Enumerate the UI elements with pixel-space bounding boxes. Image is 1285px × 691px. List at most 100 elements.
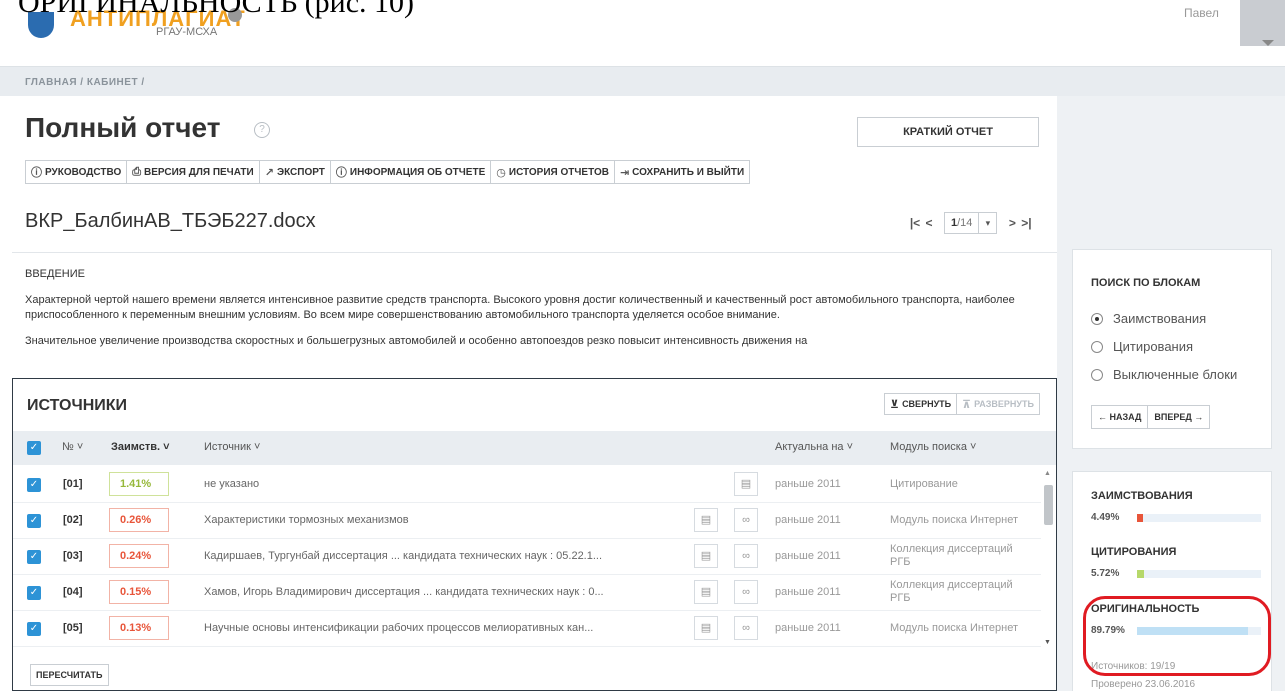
forward-label: ВПЕРЕД bbox=[1154, 412, 1192, 422]
row-source[interactable]: Научные основы интенсификации рабочих пр… bbox=[204, 622, 684, 634]
row-source[interactable]: Характеристики тормозных механизмов bbox=[204, 514, 684, 526]
book-icon[interactable]: ▤ bbox=[694, 544, 718, 568]
row-module-line1: Коллекция диссертаций bbox=[890, 579, 1013, 591]
guide-button[interactable]: ⓘ РУКОВОДСТВО bbox=[26, 161, 128, 183]
link-icon[interactable]: ∞ bbox=[734, 544, 758, 568]
document-text: ВВЕДЕНИЕ Характерной чертой нашего време… bbox=[12, 252, 1057, 382]
forward-button[interactable]: ВПЕРЕД → bbox=[1148, 405, 1211, 429]
export-label: ЭКСПОРТ bbox=[276, 166, 325, 178]
chevron-down-icon[interactable] bbox=[1262, 40, 1274, 46]
link-icon[interactable]: ∞ bbox=[734, 580, 758, 604]
link-icon[interactable]: ∞ bbox=[734, 616, 758, 640]
col-module[interactable]: Модуль поиска ˅ bbox=[890, 441, 976, 453]
row-checkbox[interactable]: ✓ bbox=[27, 622, 41, 636]
row-percent: 1.41% bbox=[109, 472, 169, 496]
print-button[interactable]: ⎙ ВЕРСИЯ ДЛЯ ПЕЧАТИ bbox=[127, 161, 260, 183]
arrow-left-icon: ← bbox=[1098, 412, 1110, 422]
row-date: раньше 2011 bbox=[775, 514, 841, 526]
row-percent: 0.13% bbox=[109, 616, 169, 640]
row-num: [04] bbox=[63, 586, 83, 598]
row-num: [01] bbox=[63, 478, 83, 490]
row-percent: 0.26% bbox=[109, 508, 169, 532]
last-page-icon[interactable]: >| bbox=[1019, 216, 1033, 230]
scroll-thumb[interactable] bbox=[1044, 485, 1053, 525]
doc-paragraph: Значительное увеличение производства ско… bbox=[25, 335, 808, 347]
collapse-label: СВЕРНУТЬ bbox=[902, 399, 952, 409]
radio-icon[interactable] bbox=[1091, 340, 1103, 353]
col-module-label: Модуль поиска bbox=[890, 441, 967, 453]
book-icon[interactable]: ▤ bbox=[694, 580, 718, 604]
expand-button[interactable]: ⊼ РАЗВЕРНУТЬ bbox=[957, 393, 1040, 415]
row-source[interactable]: Хамов, Игорь Владимирович диссертация ..… bbox=[204, 586, 684, 598]
table-row[interactable]: ✓ [01] 1.41% не указано ▤ раньше 2011 Ци… bbox=[13, 467, 1041, 503]
book-icon[interactable]: ▤ bbox=[694, 616, 718, 640]
prev-page-icon[interactable]: < bbox=[922, 216, 936, 230]
recalculate-button[interactable]: ПЕРЕСЧИТАТЬ bbox=[30, 664, 109, 686]
row-module: Модуль поиска Интернет bbox=[890, 514, 1018, 526]
radio-citations[interactable]: Цитирования bbox=[1091, 339, 1193, 354]
row-checkbox[interactable]: ✓ bbox=[27, 514, 41, 528]
short-report-button[interactable]: КРАТКИЙ ОТЧЕТ bbox=[857, 117, 1039, 147]
link-icon[interactable]: ∞ bbox=[734, 508, 758, 532]
table-row[interactable]: ✓ [03] 0.24% Кадиршаев, Тургунбай диссер… bbox=[13, 539, 1041, 575]
row-num: [03] bbox=[63, 550, 83, 562]
row-source[interactable]: не указано bbox=[204, 478, 684, 490]
book-icon[interactable]: ▤ bbox=[694, 508, 718, 532]
row-checkbox[interactable]: ✓ bbox=[27, 550, 41, 564]
help-icon[interactable]: ? bbox=[254, 122, 270, 138]
checked-date: Проверено 23.06.2016 bbox=[1091, 679, 1196, 690]
report-toolbar: ⓘ РУКОВОДСТВО ⎙ ВЕРСИЯ ДЛЯ ПЕЧАТИ ↗ ЭКСПОРТ… bbox=[25, 160, 751, 184]
save-exit-button[interactable]: ⇥ СОХРАНИТЬ И ВЫЙТИ bbox=[615, 161, 749, 183]
cite-label: ЦИТИРОВАНИЯ bbox=[1091, 546, 1177, 558]
table-scrollbar[interactable]: ▲ ▼ bbox=[1041, 467, 1055, 653]
row-checkbox[interactable]: ✓ bbox=[27, 586, 41, 600]
first-page-icon[interactable]: |< bbox=[908, 216, 922, 230]
back-label: НАЗАД bbox=[1109, 412, 1142, 422]
row-module-line1: Коллекция диссертаций bbox=[890, 543, 1013, 555]
borrow-bar bbox=[1137, 514, 1261, 522]
scroll-up-icon[interactable]: ▲ bbox=[1044, 470, 1051, 477]
col-actual[interactable]: Актуальна на ˅ bbox=[775, 441, 853, 453]
col-num[interactable]: № ˅ bbox=[62, 441, 83, 453]
export-button[interactable]: ↗ ЭКСПОРТ bbox=[260, 161, 331, 183]
radio-borrowings[interactable]: Заимствования bbox=[1091, 311, 1206, 326]
scroll-down-icon[interactable]: ▼ bbox=[1044, 639, 1051, 646]
select-all-checkbox[interactable]: ✓ bbox=[27, 441, 41, 455]
table-row[interactable]: ✓ [02] 0.26% Характеристики тормозных ме… bbox=[13, 503, 1041, 539]
document-name: ВКР_БалбинАВ_ТБЭБ227.docx bbox=[25, 210, 316, 232]
page-value: 1/14 bbox=[945, 217, 978, 229]
chevron-down-icon: ˅ bbox=[254, 441, 261, 453]
radio-label: Заимствования bbox=[1113, 311, 1207, 326]
next-page-icon[interactable]: > bbox=[1005, 216, 1019, 230]
col-borrow[interactable]: Заимств. ˅ bbox=[111, 441, 170, 453]
table-row[interactable]: ✓ [04] 0.15% Хамов, Игорь Владимирович д… bbox=[13, 575, 1041, 611]
row-date: раньше 2011 bbox=[775, 586, 841, 598]
printer-icon: ⎙ bbox=[132, 165, 142, 178]
export-icon: ↗ bbox=[264, 166, 274, 179]
chevron-down-icon: ˅ bbox=[76, 441, 84, 453]
block-nav: ← НАЗАД ВПЕРЕД → bbox=[1091, 405, 1211, 429]
row-source[interactable]: Кадиршаев, Тургунбай диссертация ... кан… bbox=[204, 550, 684, 562]
radio-selected-icon[interactable] bbox=[1091, 312, 1103, 325]
search-blocks-panel: ПОИСК ПО БЛОКАМ Заимствования Цитировани… bbox=[1072, 249, 1272, 449]
breadcrumb[interactable]: ГЛАВНАЯ / КАБИНЕТ / bbox=[25, 77, 145, 88]
table-row[interactable]: ✓ [05] 0.13% Научные основы интенсификац… bbox=[13, 611, 1041, 647]
highlight-annotation bbox=[1083, 596, 1271, 676]
col-actual-label: Актуальна на bbox=[775, 441, 844, 453]
radio-icon[interactable] bbox=[1091, 368, 1103, 381]
collapse-icon: ⊻ bbox=[890, 398, 900, 411]
col-source[interactable]: Источник ˅ bbox=[204, 441, 260, 453]
chevron-down-icon[interactable]: ▾ bbox=[978, 213, 996, 233]
report-history-button[interactable]: ◷ ИСТОРИЯ ОТЧЕТОВ bbox=[491, 161, 615, 183]
report-info-button[interactable]: ⓘ ИНФОРМАЦИЯ ОБ ОТЧЕТЕ bbox=[331, 161, 492, 183]
radio-disabled-blocks[interactable]: Выключенные блоки bbox=[1091, 367, 1237, 382]
page-select[interactable]: 1/14 ▾ bbox=[944, 212, 998, 234]
row-module-line2: РГБ bbox=[890, 592, 911, 604]
history-icon: ◷ bbox=[496, 166, 506, 179]
book-icon[interactable]: ▤ bbox=[734, 472, 758, 496]
collapse-button[interactable]: ⊻ СВЕРНУТЬ bbox=[884, 393, 958, 415]
user-name[interactable]: Павел bbox=[1184, 6, 1219, 20]
back-button[interactable]: ← НАЗАД bbox=[1091, 405, 1149, 429]
info-icon: ⓘ bbox=[335, 167, 347, 179]
row-checkbox[interactable]: ✓ bbox=[27, 478, 41, 492]
